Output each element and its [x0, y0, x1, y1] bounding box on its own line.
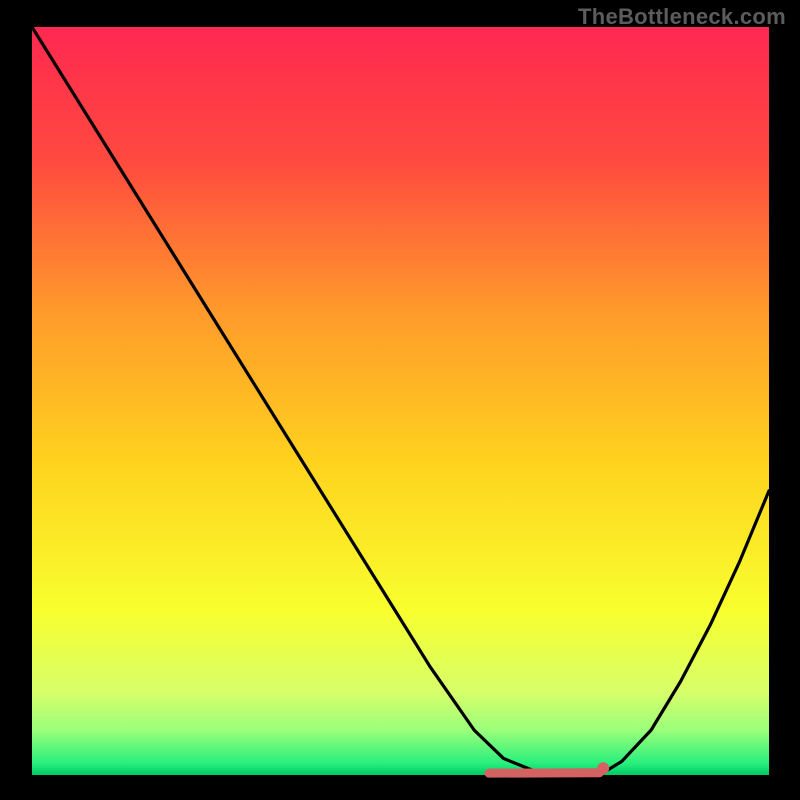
- chart-frame: TheBottleneck.com: [0, 0, 800, 800]
- chart-svg: [0, 0, 800, 800]
- gradient-background: [32, 27, 769, 775]
- ideal-dot: [597, 762, 609, 774]
- watermark-text: TheBottleneck.com: [578, 4, 786, 30]
